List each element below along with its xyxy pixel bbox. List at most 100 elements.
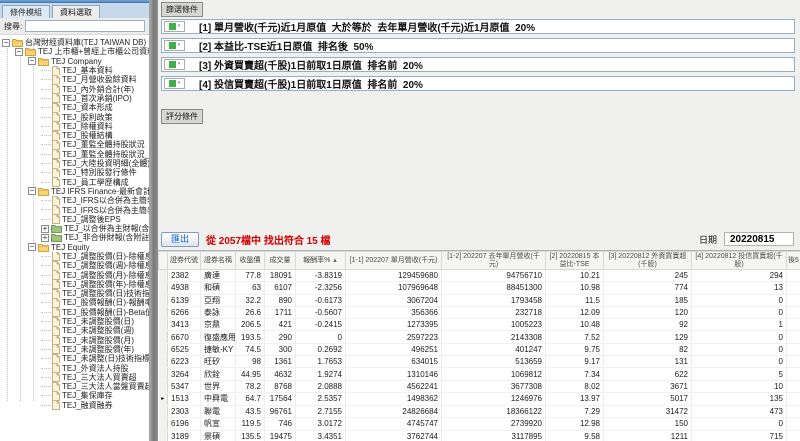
row-selector-cell[interactable]: [159, 418, 168, 430]
tree-item[interactable]: −TEJ 上市櫃+曾經上市櫃公司資料庫: [0, 47, 149, 56]
tree-item[interactable]: TEJ_股利政策: [0, 112, 149, 121]
tab-data-select[interactable]: 資料選取: [52, 5, 100, 18]
row-selector-cell[interactable]: [159, 282, 168, 294]
table-row[interactable]: 6670復盛應用193.52900259722321433087.521290: [159, 331, 800, 343]
column-header-revly[interactable]: [1-2] 202207 去年單月營收(千元): [442, 252, 546, 270]
search-input[interactable]: [25, 20, 145, 32]
tree-item[interactable]: TEJ_未調整股價(週): [0, 326, 149, 335]
tree-item[interactable]: TEJ_首次承銷(IPO): [0, 94, 149, 103]
table-row[interactable]: 4938和碩636107-2.32561079696488845130010.9…: [159, 282, 800, 294]
row-selector-cell[interactable]: [159, 270, 168, 282]
table-row[interactable]: 2382廣達77.818091-3.8319129459680947567101…: [159, 270, 800, 282]
tree-collapse-icon[interactable]: −: [2, 39, 10, 47]
table-row[interactable]: 2303聯電43.5967612.715524826684183661227.2…: [159, 405, 800, 417]
tree-item[interactable]: −台灣財經資料庫(TEJ TAIWAN DB): [0, 38, 149, 47]
table-row[interactable]: 6525捷敏-KY74.53000.26924962514012479.7582…: [159, 343, 800, 355]
tree-item[interactable]: TEJ_資本形成: [0, 103, 149, 112]
date-picker[interactable]: 20220815: [724, 232, 794, 246]
filter-condition[interactable]: ▾[4] 投信買賣超(千股)1日前取1日原值 排名前 20%: [161, 76, 795, 91]
tree-item[interactable]: +TEJ_以合併為主財報(含附註): [0, 224, 149, 233]
column-header-name[interactable]: 證券名稱: [201, 252, 236, 270]
tree-collapse-icon[interactable]: −: [28, 57, 36, 65]
tree-item[interactable]: TEJ_董監全體持股狀況_年: [0, 150, 149, 159]
tree-item[interactable]: −TEJ Company: [0, 57, 149, 66]
row-selector-cell[interactable]: [159, 368, 168, 380]
tree-item[interactable]: TEJ_外資法人持股: [0, 363, 149, 372]
tree-item[interactable]: TEJ_員工學歷構成: [0, 177, 149, 186]
row-selector-cell[interactable]: [159, 319, 168, 331]
tree-item[interactable]: TEJ_未調整股價(日): [0, 317, 149, 326]
tree-item[interactable]: TEJ_基本資料: [0, 66, 149, 75]
table-row[interactable]: 6223旺矽9813611.76536340155136599.171310: [159, 356, 800, 368]
row-selector-cell[interactable]: [159, 343, 168, 355]
row-selector-cell[interactable]: [159, 294, 168, 306]
table-row[interactable]: 3189景碩135.5194753.4351376274431178959.58…: [159, 430, 800, 441]
table-row[interactable]: 6139亞翔32.2890-0.61733067204179345811.518…: [159, 294, 800, 306]
tree-item[interactable]: TEJ_集保庫存: [0, 391, 149, 400]
tree-item[interactable]: −TEJ Equity: [0, 243, 149, 252]
tree-item[interactable]: TEJ_特別股發行條件: [0, 168, 149, 177]
tree-item[interactable]: TEJ_IFRS以合併為主簡表(累計)-全產業: [0, 196, 149, 205]
filter-condition[interactable]: ▾[2] 本益比-TSE近1日原值 排名後 50%: [161, 38, 795, 53]
tree-collapse-icon[interactable]: −: [15, 48, 23, 56]
row-selector-cell[interactable]: [159, 306, 168, 318]
filter-toggle-button[interactable]: ▾: [164, 78, 185, 89]
tree-item[interactable]: +TEJ_非合併財報(含附註): [0, 233, 149, 242]
tree-item[interactable]: −TEJ IFRS Finance-最新會計準則: [0, 187, 149, 196]
tree-item[interactable]: TEJ_調整股價(年)-除權息調整: [0, 280, 149, 289]
table-row[interactable]: 3413京鼎206.5421-0.24151273395100522310.48…: [159, 319, 800, 331]
tree-item[interactable]: TEJ_調整股價(日)-除權息調整: [0, 252, 149, 261]
table-row[interactable]: 6196帆宣119.57463.01724745747273992012.981…: [159, 418, 800, 430]
row-selector-cell[interactable]: [159, 405, 168, 417]
tree-item[interactable]: TEJ_未調整(日)技術指標: [0, 354, 149, 363]
table-row[interactable]: 6266泰詠26.61711-0.560735636623271812.0912…: [159, 306, 800, 318]
filter-toggle-button[interactable]: ▾: [164, 59, 185, 70]
column-header-rev[interactable]: [1-1] 202207 單月營收(千元): [346, 252, 442, 270]
column-header-code[interactable]: 證券代號: [168, 252, 201, 270]
tree-item[interactable]: TEJ_內外銷合計(年): [0, 84, 149, 93]
filter-toggle-button[interactable]: ▾: [164, 21, 185, 32]
row-selector-cell[interactable]: [159, 430, 168, 441]
tree-item[interactable]: TEJ_股權結構: [0, 131, 149, 140]
tree-item[interactable]: TEJ_調整股價(月)-除權息調整: [0, 270, 149, 279]
tree-item[interactable]: TEJ_融資融券: [0, 401, 149, 410]
tree-item[interactable]: TEJ_調整股價(日)技術指標: [0, 289, 149, 298]
filter-condition[interactable]: ▾[1] 單月營收(千元)近1月原值 大於等於 去年單月營收(千元)近1月原值 …: [161, 19, 795, 34]
tree-item[interactable]: TEJ_未調整股價(月): [0, 336, 149, 345]
column-header-more[interactable]: 後5: [787, 252, 800, 270]
row-selector-cell[interactable]: ▸: [159, 392, 168, 405]
tree-collapse-icon[interactable]: −: [28, 243, 36, 251]
tree-item[interactable]: TEJ_股價報酬(日)-報酬率: [0, 298, 149, 307]
filter-condition[interactable]: ▾[3] 外資買賣超(千股)1日前取1日原值 排名前 20%: [161, 57, 795, 72]
tree-item[interactable]: TEJ_調整後EPS: [0, 215, 149, 224]
tab-condition-module[interactable]: 條件模組: [2, 5, 50, 18]
export-button[interactable]: 匯出: [161, 232, 199, 247]
column-header-fi[interactable]: [3] 20220812 外資買賣超(千股): [604, 252, 692, 270]
tree-item[interactable]: TEJ_三大法人買賣超: [0, 373, 149, 382]
tree-expand-icon[interactable]: +: [41, 234, 49, 242]
filter-toggle-button[interactable]: ▾: [164, 40, 185, 51]
tree-item[interactable]: TEJ_調整股價(週)-除權息調整: [0, 261, 149, 270]
splitter-handle[interactable]: [150, 0, 158, 441]
tree-item[interactable]: TEJ_三大法人當盤買賣超: [0, 382, 149, 391]
column-header-ret[interactable]: 報酬率% ▲: [296, 252, 346, 270]
table-row[interactable]: ▸1513中興電64.7175642.53571498362124697613.…: [159, 392, 800, 405]
tree-item[interactable]: TEJ_股價報酬(日)-Beta值: [0, 308, 149, 317]
tree-item[interactable]: TEJ_未調整股價(年): [0, 345, 149, 354]
tree-item[interactable]: TEJ_除權資料: [0, 122, 149, 131]
tree-collapse-icon[interactable]: −: [28, 187, 36, 195]
row-selector-cell[interactable]: [159, 331, 168, 343]
table-row[interactable]: 5347世界78.287682.0888456224136773088.0236…: [159, 380, 800, 392]
tree-expand-icon[interactable]: +: [41, 225, 49, 233]
tree-item[interactable]: TEJ_IFRS以合併為主簡表(單季)-全產業: [0, 205, 149, 214]
tree-item[interactable]: TEJ_董監全體持股狀況: [0, 140, 149, 149]
tree-item[interactable]: TEJ_月營收盈餘資料: [0, 75, 149, 84]
row-selector-cell[interactable]: [159, 356, 168, 368]
column-header-it[interactable]: [4] 20220812 投信買賣超(千股): [692, 252, 787, 270]
column-header-pe[interactable]: [2] 20220815 本益比-TSE: [546, 252, 604, 270]
column-header-close[interactable]: 收盤價: [236, 252, 265, 270]
row-selector-cell[interactable]: [159, 380, 168, 392]
table-row[interactable]: 3264欣銓44.9546321.9274131014610698127.346…: [159, 368, 800, 380]
tree-item[interactable]: TEJ_大陸投資明細(全體): [0, 159, 149, 168]
column-header-vol[interactable]: 成交量: [265, 252, 296, 270]
